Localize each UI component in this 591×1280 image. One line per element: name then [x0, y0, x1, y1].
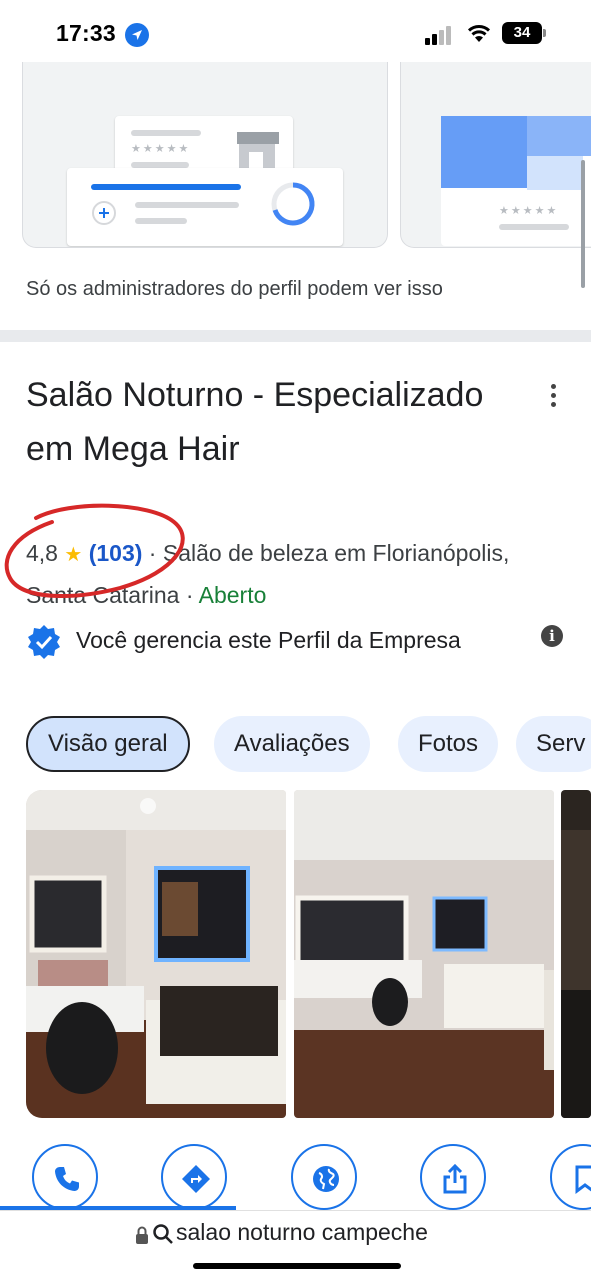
section-divider [0, 330, 591, 342]
illustration-block [441, 116, 531, 188]
lock-icon [136, 1226, 148, 1244]
manage-profile-text: Você gerencia este Perfil da Empresa [76, 627, 461, 653]
progress-ring-icon [271, 182, 315, 226]
star-icon: ★ [64, 544, 83, 566]
profile-tabs: Visão geral Avaliações Fotos Serv [26, 716, 591, 772]
signal-icon [425, 25, 455, 45]
admin-only-note: Só os administradores do perfil podem ve… [26, 278, 443, 300]
salon-photo[interactable] [26, 790, 286, 1118]
share-button[interactable] [420, 1144, 486, 1210]
call-button[interactable] [32, 1144, 98, 1210]
home-indicator[interactable] [193, 1263, 401, 1269]
business-meta: 4,8 ★ (103) · Salão de beleza em Florian… [26, 533, 566, 615]
business-name: Salão Noturno - Especializado em Mega Ha… [26, 376, 484, 468]
search-icon [153, 1224, 173, 1244]
store-icon [237, 132, 279, 170]
battery-icon: 34 [502, 22, 542, 44]
tab-visao-geral[interactable]: Visão geral [26, 716, 190, 772]
review-count-link[interactable]: (103) [89, 540, 143, 566]
directions-icon [182, 1165, 210, 1193]
tab-avaliacoes[interactable]: Avaliações [214, 716, 370, 772]
illustration-stars: ★★★★★ [499, 205, 559, 217]
more-options-icon[interactable] [540, 380, 568, 412]
admin-insights-card[interactable]: ★★★★★ [22, 62, 388, 248]
location-arrow-icon [125, 23, 149, 47]
share-icon [443, 1163, 467, 1194]
website-button[interactable] [291, 1144, 357, 1210]
salon-photo[interactable] [561, 790, 591, 1118]
battery-nub [543, 29, 546, 37]
add-icon [92, 201, 116, 225]
verified-badge-icon [28, 625, 60, 659]
salon-photo[interactable] [294, 790, 554, 1118]
directions-button[interactable] [161, 1144, 227, 1210]
save-button[interactable] [550, 1144, 591, 1210]
separator: · [179, 582, 199, 608]
wifi-icon [466, 22, 492, 49]
open-status: Aberto [198, 582, 267, 608]
phone-icon [55, 1167, 79, 1191]
tab-fotos[interactable]: Fotos [398, 716, 499, 772]
save-icon [575, 1165, 591, 1194]
tab-servicos[interactable]: Serv [516, 716, 591, 772]
website-icon [313, 1166, 339, 1192]
rating-value: 4,8 [26, 540, 58, 566]
status-bar: 17:33 34 [0, 0, 591, 64]
address-text: salao noturno campeche [176, 1219, 428, 1245]
admin-performance-card[interactable]: ★★★★★ [400, 62, 591, 248]
scrollbar[interactable] [581, 160, 585, 288]
status-time: 17:33 [56, 20, 116, 46]
separator: · [142, 540, 163, 566]
illustration-stars: ★★★★★ [131, 143, 191, 155]
info-icon[interactable]: i [541, 625, 563, 647]
